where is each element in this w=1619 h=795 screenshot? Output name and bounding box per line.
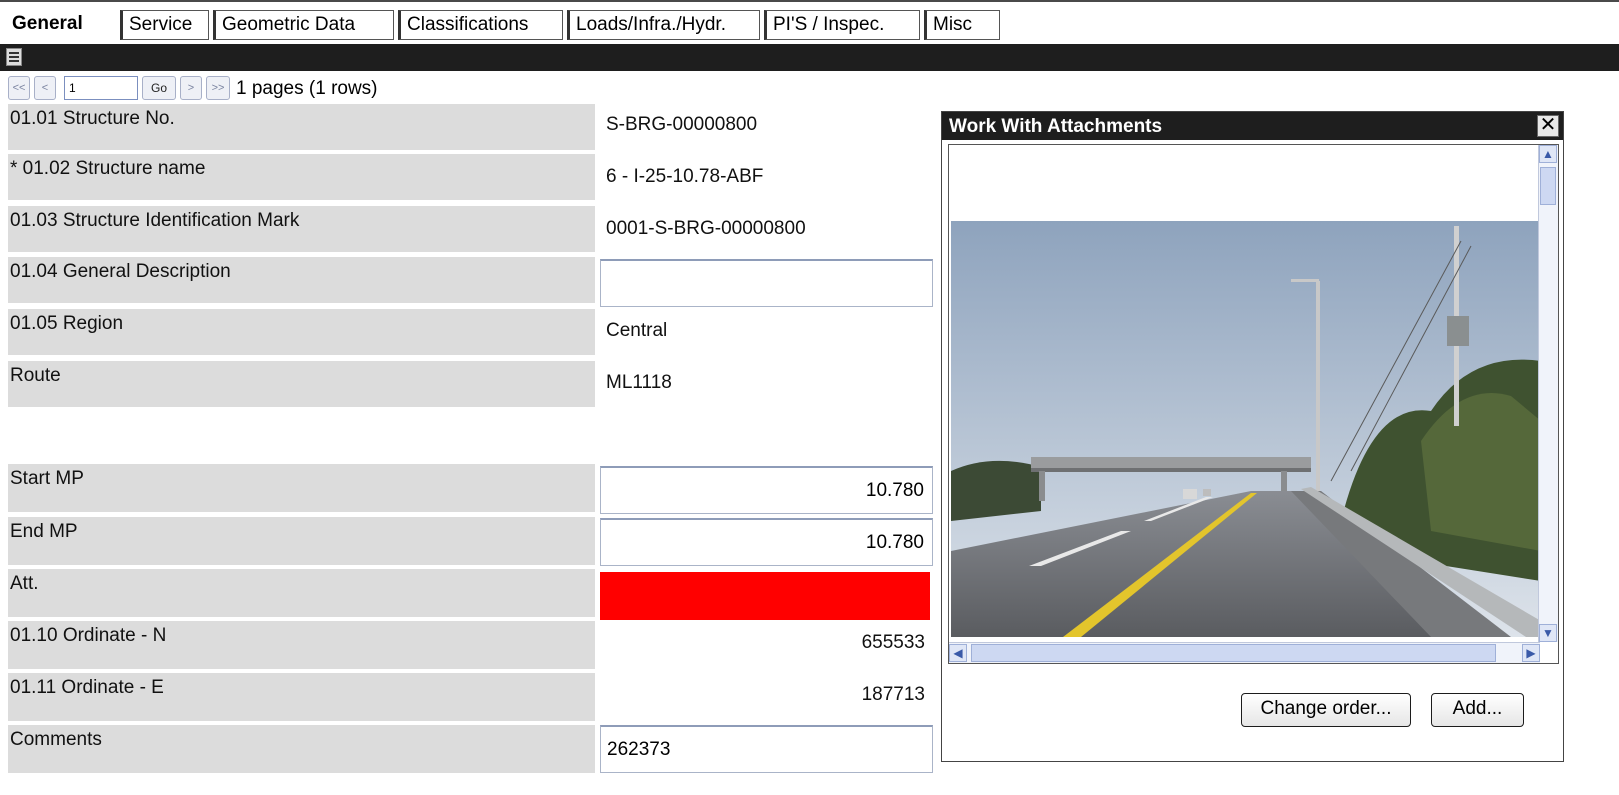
attachments-window: Work With Attachments ✕ ▲ ▼ ◀ ▶ Change o… [941,111,1564,762]
att-label: Att. [8,569,595,617]
scroll-down-icon[interactable]: ▼ [1539,624,1557,642]
vertical-scroll-thumb[interactable] [1540,167,1556,205]
ordinate-n-value: 655533 [861,632,925,653]
tab-pis-inspec[interactable]: PI'S / Inspec. [764,10,920,40]
att-color-bar[interactable] [600,572,930,620]
tab-geometric-data[interactable]: Geometric Data [213,10,394,40]
general-description-label: 01.04 General Description [8,257,595,303]
add-button[interactable]: Add... [1431,693,1524,727]
close-icon[interactable]: ✕ [1537,115,1559,137]
comments-label: Comments [8,725,595,773]
structure-name-label: * 01.02 Structure name [8,154,595,200]
horizontal-scrollbar[interactable]: ◀ ▶ [949,642,1540,663]
scroll-left-icon[interactable]: ◀ [949,644,967,662]
scroll-up-icon[interactable]: ▲ [1539,145,1557,163]
vertical-scrollbar[interactable]: ▲ ▼ [1538,145,1558,642]
region-label: 01.05 Region [8,309,595,355]
next-page-button[interactable]: > [180,76,202,100]
toolbar [0,44,1619,71]
structure-no-label: 01.01 Structure No. [8,104,595,150]
general-description-input[interactable] [600,259,933,307]
ordinate-e-label: 01.11 Ordinate - E [8,673,595,721]
region-value: Central [606,320,668,341]
tab-bar: General Service Geometric Data Classific… [0,0,1619,44]
attachments-title: Work With Attachments [942,112,1563,140]
page-number-input[interactable] [64,76,138,100]
identification-mark-label: 01.03 Structure Identification Mark [8,206,595,252]
start-mp-label: Start MP [8,464,595,512]
attachment-viewer: ▲ ▼ ◀ ▶ [948,144,1559,664]
ordinate-e-value: 187713 [861,684,925,705]
start-mp-input[interactable] [600,466,933,514]
go-button[interactable]: Go [142,76,176,100]
change-order-button[interactable]: Change order... [1241,693,1411,727]
route-value: ML1118 [606,372,672,393]
tab-loads-infra-hydr[interactable]: Loads/Infra./Hydr. [567,10,760,40]
ordinate-n-label: 01.10 Ordinate - N [8,621,595,669]
road-overpass-photo [951,221,1541,637]
last-page-button[interactable]: >> [206,76,230,100]
pager-info: 1 pages (1 rows) [236,78,378,99]
structure-no-value: S-BRG-00000800 [606,114,758,135]
end-mp-label: End MP [8,517,595,565]
route-label: Route [8,361,595,407]
tab-misc[interactable]: Misc [924,10,1000,40]
prev-page-button[interactable]: < [34,76,56,100]
tab-classifications[interactable]: Classifications [398,10,563,40]
tab-service[interactable]: Service [120,10,209,40]
tab-general[interactable]: General [4,10,116,40]
scroll-right-icon[interactable]: ▶ [1522,644,1540,662]
first-page-button[interactable]: << [8,76,30,100]
list-icon[interactable] [6,48,22,66]
identification-mark-value: 0001-S-BRG-00000800 [606,218,806,239]
comments-input[interactable] [600,725,933,773]
structure-name-value: 6 - I-25-10.78-ABF [606,166,764,187]
end-mp-input[interactable] [600,518,933,566]
horizontal-scroll-thumb[interactable] [971,644,1496,662]
